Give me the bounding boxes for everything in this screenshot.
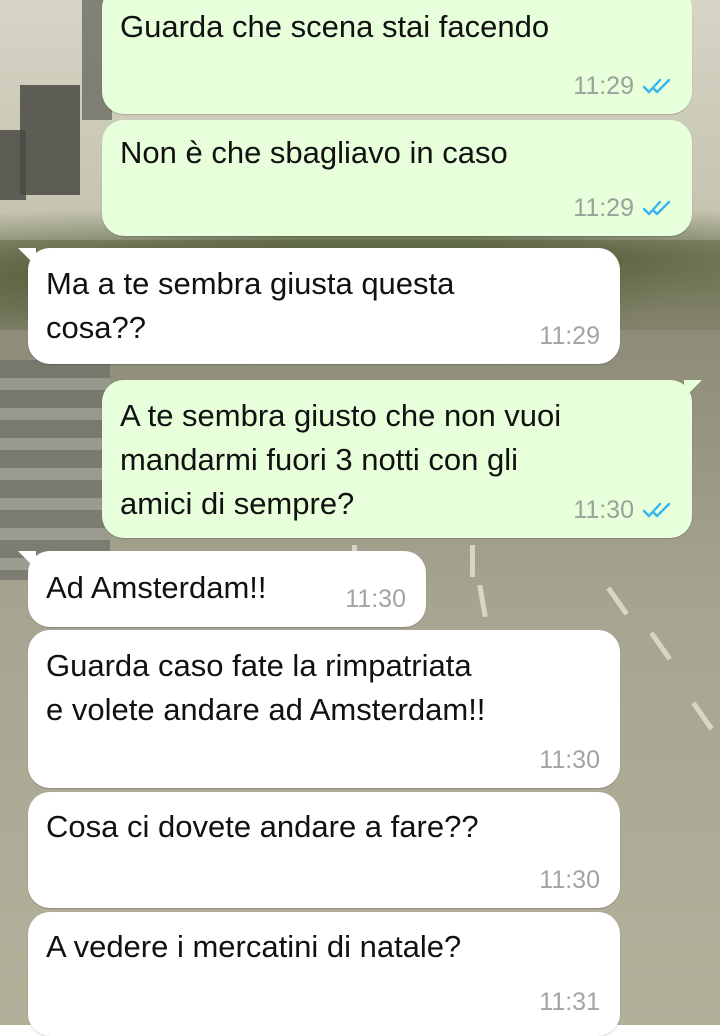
message-meta: 11:30 — [539, 866, 600, 894]
read-double-check-icon — [642, 199, 672, 217]
message-time: 11:29 — [573, 194, 634, 222]
message-meta: 11:30 — [573, 496, 672, 524]
message-time: 11:29 — [573, 72, 634, 100]
message-meta: 11:29 — [539, 322, 600, 350]
bubble-tail — [18, 248, 36, 266]
message-time: 11:30 — [539, 866, 600, 894]
message-bubble-outgoing[interactable]: Non è che sbagliavo in caso 11:29 — [102, 120, 692, 236]
read-double-check-icon — [642, 77, 672, 95]
message-time: 11:30 — [345, 585, 406, 613]
message-time: 11:29 — [539, 322, 600, 350]
message-time: 11:31 — [539, 988, 600, 1016]
message-text: Guarda caso fate la rimpatriata e volete… — [46, 648, 486, 727]
message-bubble-incoming[interactable]: A vedere i mercatini di natale? 11:31 — [28, 912, 620, 1036]
bubble-tail — [18, 551, 36, 569]
message-bubble-outgoing[interactable]: A te sembra giusto che non vuoi mandarmi… — [102, 380, 702, 538]
message-text: A te sembra giusto che non vuoi mandarmi… — [120, 398, 562, 521]
read-double-check-icon — [642, 501, 672, 519]
message-meta: 11:30 — [539, 746, 600, 774]
message-text: Ma a te sembra giusta questa cosa?? — [46, 266, 455, 345]
message-text: Guarda che scena stai facendo — [120, 9, 550, 44]
message-meta: 11:30 — [345, 585, 406, 613]
message-text: Non è che sbagliavo in caso — [120, 135, 508, 170]
message-text: A vedere i mercatini di natale? — [46, 929, 462, 964]
message-bubble-incoming[interactable]: Guarda caso fate la rimpatriata e volete… — [28, 630, 620, 788]
message-text: Cosa ci dovete andare a fare?? — [46, 809, 479, 844]
message-bubble-incoming[interactable]: Ma a te sembra giusta questa cosa?? 11:2… — [18, 248, 620, 364]
message-text: Ad Amsterdam!! — [46, 570, 267, 605]
message-meta: 11:31 — [539, 988, 600, 1016]
message-time: 11:30 — [539, 746, 600, 774]
message-meta: 11:29 — [573, 72, 672, 100]
message-time: 11:30 — [573, 496, 634, 524]
message-list[interactable]: Guarda che scena stai facendo 11:29 Non … — [0, 0, 720, 1036]
message-bubble-incoming[interactable]: Ad Amsterdam!! 11:30 — [18, 551, 426, 627]
message-bubble-outgoing[interactable]: Guarda che scena stai facendo 11:29 — [102, 0, 692, 114]
message-bubble-incoming[interactable]: Cosa ci dovete andare a fare?? 11:30 — [28, 792, 620, 908]
bubble-tail — [684, 380, 702, 398]
message-meta: 11:29 — [573, 194, 672, 222]
